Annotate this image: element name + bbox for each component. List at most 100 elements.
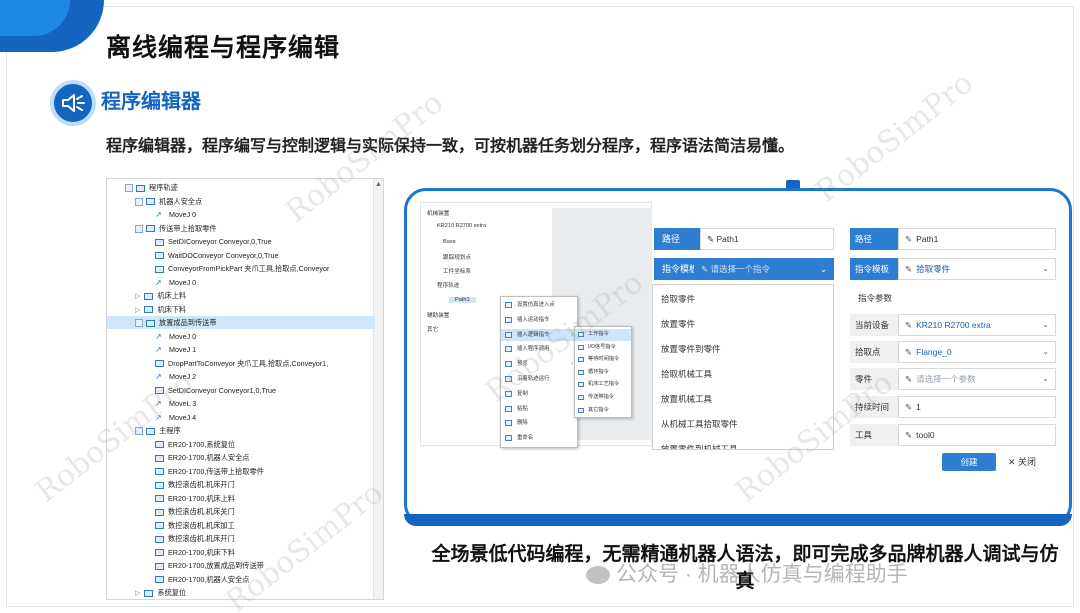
pen-icon: ✎ xyxy=(905,264,913,274)
path-field[interactable]: ✎ Path1 xyxy=(700,228,834,250)
submenu-item[interactable]: 等待时间指令 xyxy=(575,354,631,366)
context-menu-item[interactable]: 插入程序调用 xyxy=(501,343,577,356)
menu-item-label: 沿着轨迹运行 xyxy=(517,376,550,382)
context-menu-item[interactable]: 粘贴 xyxy=(501,403,577,416)
mini-tree-row[interactable]: Base xyxy=(443,239,456,245)
collapse-arrow-icon[interactable]: ▷ xyxy=(135,307,140,314)
submenu-item[interactable]: 循环指令 xyxy=(575,367,631,379)
expand-toggle-icon[interactable] xyxy=(135,427,143,436)
tree-row[interactable]: ▷ 系统复位 xyxy=(107,586,375,599)
mini-tree-row[interactable]: 机械装置 xyxy=(427,209,449,217)
scroll-up-icon[interactable]: ▲ xyxy=(375,181,382,188)
part-select[interactable]: ✎ 请选择一个参数 ⌄ xyxy=(898,368,1056,390)
tree-row[interactable]: 数控滚齿机,机床加工 xyxy=(107,519,375,532)
tree-row[interactable]: ↗ MoveJ 1 xyxy=(107,343,375,356)
dropdown-option[interactable]: 放置零件到机械工具 xyxy=(653,437,833,449)
tree-row[interactable]: ER20-1700,系统复位 xyxy=(107,438,375,451)
tree-row[interactable]: ER20-1700,机器人安全点 xyxy=(107,451,375,464)
context-menu-item[interactable]: 预览 › xyxy=(501,358,577,371)
dropdown-option[interactable]: 放置零件 xyxy=(653,312,833,337)
tree-row[interactable]: 数控滚齿机,机床开门 xyxy=(107,478,375,491)
tree-row[interactable]: ▷ 机床下料 xyxy=(107,303,375,316)
context-menu-item[interactable]: 复制 xyxy=(501,388,577,401)
tree-row[interactable]: WaitDOConveyor Conveyor,0,True xyxy=(107,249,375,262)
tree-row[interactable]: DropPartToConveyor 夹爪工具,拾取点,Conveyor1, xyxy=(107,357,375,370)
context-menu-item[interactable]: 设置仿真进入点 xyxy=(501,299,577,312)
tree-row[interactable]: ER20-1700,机床上料 xyxy=(107,492,375,505)
submenu-item[interactable]: 传送带指令 xyxy=(575,392,631,404)
tree-row[interactable]: ER20-1700,机床下料 xyxy=(107,546,375,559)
mini-tree-row[interactable]: 工件坐标系 xyxy=(443,267,471,275)
submenu-item[interactable]: I/O信号指令 xyxy=(575,342,631,354)
command-icon xyxy=(155,360,164,368)
collapse-arrow-icon[interactable]: ▷ xyxy=(135,590,140,597)
pick-select[interactable]: ✎ Flange_0 ⌄ xyxy=(898,341,1056,363)
tree-row[interactable]: ▷ 机床上料 xyxy=(107,289,375,302)
tree-row[interactable]: 数控滚齿机,机床开门 xyxy=(107,532,375,545)
context-menu-item[interactable]: 插入运动指令 xyxy=(501,314,577,327)
tree-row[interactable]: ↗ MoveJ 2 xyxy=(107,370,375,383)
template-dropdown-list[interactable]: 拾取零件 放置零件 放置零件到零件 拾取机械工具 放置机械工具 从机械工具拾取零件 放置零件… xyxy=(652,284,834,450)
collapse-arrow-icon[interactable]: ▷ xyxy=(135,293,140,300)
expand-toggle-icon[interactable] xyxy=(125,184,133,193)
mini-tree-row[interactable]: Path1 xyxy=(449,297,476,303)
logic-submenu[interactable]: 工作指令 I/O信号指令 等待时间指令 循环指令 机床工艺指令 传送带指令 其它指令 xyxy=(574,326,632,418)
device-label: 当前设备 xyxy=(850,314,898,336)
submenu-item[interactable]: 机床工艺指令 xyxy=(575,379,631,391)
tree-row[interactable]: 程序轨迹 xyxy=(107,181,375,194)
expand-toggle-icon[interactable] xyxy=(135,197,143,206)
tree-row-label: WaitDOConveyor Conveyor,0,True xyxy=(168,250,279,260)
tree-row[interactable]: ConveyorFromPickPart 夹爪工具,拾取点,Conveyor xyxy=(107,262,375,275)
pick-value: Flange_0 xyxy=(916,347,952,357)
context-menu[interactable]: 设置仿真进入点 插入运动指令 插入逻辑指令 › 插入程序调用 预览 › 沿着轨迹运行复制粘贴删… xyxy=(500,296,578,448)
tool-input[interactable]: ✎ tool0 xyxy=(898,424,1056,446)
submenu-item[interactable]: 工作指令 xyxy=(575,329,631,341)
tree-row[interactable]: SetDIConveyor Conveyor1,0,True xyxy=(107,384,375,397)
tree-row[interactable]: ER20-1700,传送带上拾取零件 xyxy=(107,465,375,478)
context-menu-item[interactable]: 删除 xyxy=(501,417,577,430)
tree-row[interactable]: ER20-1700,机器人安全点 xyxy=(107,573,375,586)
tree-row[interactable]: SetDIConveyor Conveyor,0,True xyxy=(107,235,375,248)
dropdown-option[interactable]: 拾取机械工具 xyxy=(653,362,833,387)
dropdown-option[interactable]: 拾取零件 xyxy=(653,287,833,312)
tree-row[interactable]: 放置成品到传送带 xyxy=(107,316,375,330)
tree-row-label: MoveJ 4 xyxy=(169,412,197,422)
device-select[interactable]: ✎ KR210 R2700 extra ⌄ xyxy=(898,314,1056,336)
tree-row[interactable]: 数控滚齿机,机床关门 xyxy=(107,505,375,518)
submenu-item[interactable]: 其它指令 xyxy=(575,405,631,417)
tree-row[interactable]: ER20-1700,放置成品到传送带 xyxy=(107,559,375,572)
pen-icon: ✎ xyxy=(905,430,913,440)
mini-tree-row[interactable]: 辅助装置 xyxy=(427,311,449,319)
template-select[interactable]: ✎ 请选择一个指令 ⌄ xyxy=(694,258,834,280)
expand-toggle-icon[interactable] xyxy=(135,319,143,328)
tree-row[interactable]: 传送带上拾取零件 xyxy=(107,222,375,235)
dropdown-option[interactable]: 放置机械工具 xyxy=(653,387,833,412)
context-menu-item[interactable]: 重命名 xyxy=(501,432,577,445)
tree-row[interactable]: ↗ MoveJ 4 xyxy=(107,411,375,424)
tree-row[interactable]: ↗ MoveJ 0 xyxy=(107,330,375,343)
command-icon xyxy=(155,576,164,584)
dropdown-option[interactable]: 放置零件到零件 xyxy=(653,337,833,362)
template-placeholder: 请选择一个指令 xyxy=(710,264,770,274)
expand-toggle-icon[interactable] xyxy=(135,224,143,233)
tree-row[interactable]: ↗ MoveJ 0 xyxy=(107,208,375,221)
close-button[interactable]: ✕ 关闭 xyxy=(1008,453,1048,471)
menu-item-icon xyxy=(578,344,584,350)
dropdown-option[interactable]: 从机械工具拾取零件 xyxy=(653,412,833,437)
mini-tree-row[interactable]: 程序轨迹 xyxy=(437,281,459,289)
context-menu-item[interactable]: 沿着轨迹运行 xyxy=(501,373,577,386)
mini-tree-row[interactable]: 跟踪规划点 xyxy=(443,253,471,261)
tree-row[interactable]: ↗ MoveJ 0 xyxy=(107,276,375,289)
mini-tree-row[interactable]: KR210 R2700 extra xyxy=(437,223,486,229)
template-select-2[interactable]: ✎ 拾取零件 ⌄ xyxy=(898,258,1056,280)
tree-row[interactable]: 机器人安全点 xyxy=(107,195,375,208)
hold-input[interactable]: ✎ 1 xyxy=(898,396,1056,418)
path-field-2[interactable]: ✎ Path1 xyxy=(898,228,1056,250)
context-menu-item[interactable]: 插入逻辑指令 › xyxy=(501,328,577,342)
program-tree-panel[interactable]: ▲ 程序轨迹 机器人安全点 ↗ MoveJ 0 传送带上拾取零件 SetDIConveyo… xyxy=(106,178,384,600)
tree-row[interactable]: ↗ MoveL 3 xyxy=(107,397,375,410)
mini-tree-row[interactable]: 其它 xyxy=(427,325,438,333)
menu-item-icon xyxy=(505,316,512,323)
create-button[interactable]: 创建 xyxy=(942,453,996,471)
tree-row[interactable]: 主程序 xyxy=(107,424,375,437)
